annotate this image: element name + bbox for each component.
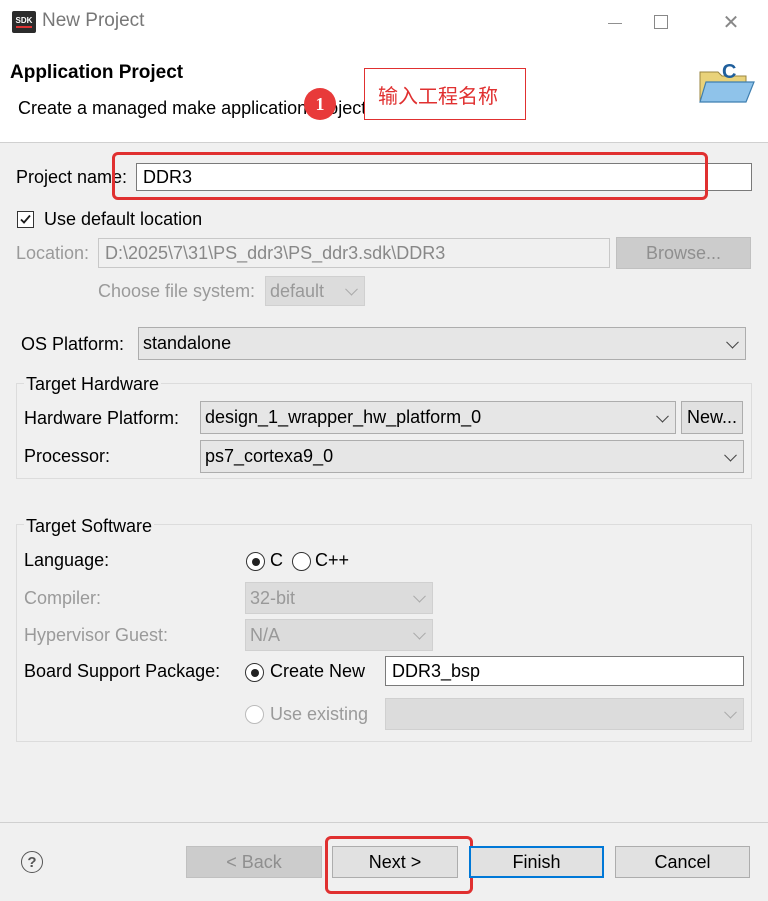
use-default-location-checkbox[interactable] — [17, 211, 34, 228]
bsp-use-existing-radio[interactable] — [245, 705, 264, 724]
minimize-button[interactable]: — — [592, 8, 638, 36]
hardware-platform-label: Hardware Platform: — [24, 408, 180, 428]
new-hardware-platform-button[interactable]: New... — [681, 401, 743, 434]
language-label: Language: — [24, 550, 110, 570]
compiler-value: 32-bit — [250, 587, 296, 608]
window-title: New Project — [42, 10, 145, 31]
os-platform-value: standalone — [143, 333, 232, 353]
close-button[interactable]: ✕ — [708, 8, 754, 36]
sdk-app-icon: SDK — [12, 11, 36, 33]
maximize-button[interactable] — [638, 8, 684, 36]
chevron-down-icon — [413, 626, 426, 640]
finish-button[interactable]: Finish — [469, 846, 604, 878]
new-project-folder-icon: C — [699, 61, 755, 103]
bsp-create-new-radio[interactable] — [245, 663, 264, 682]
location-input[interactable]: D:\2025\7\31\PS_ddr3\PS_ddr3.sdk\DDR3 — [98, 238, 610, 268]
checkmark-icon — [20, 214, 31, 224]
back-button[interactable]: < Back — [186, 846, 322, 878]
language-c-radio[interactable] — [246, 552, 265, 571]
bsp-create-new-label: Create New — [270, 661, 366, 681]
app-icon-text: SDK — [15, 16, 33, 28]
footer-separator — [0, 822, 768, 823]
processor-label: Processor: — [24, 446, 111, 466]
cancel-button[interactable]: Cancel — [615, 846, 750, 878]
chevron-down-icon — [724, 705, 737, 719]
project-name-highlight — [112, 152, 708, 200]
chevron-down-icon — [345, 282, 358, 296]
location-label: Location: — [16, 243, 90, 263]
language-cpp-label: C++ — [315, 550, 350, 570]
processor-select[interactable]: ps7_cortexa9_0 — [200, 440, 744, 473]
annotation-text: 输入工程名称 — [378, 84, 498, 108]
bsp-use-existing-label: Use existing — [270, 704, 369, 724]
compiler-label: Compiler: — [24, 588, 102, 608]
annotation-step-badge: 1 — [304, 88, 336, 120]
hypervisor-guest-label: Hypervisor Guest: — [24, 625, 169, 645]
minimize-icon: — — [608, 14, 622, 30]
os-platform-select[interactable]: standalone — [138, 327, 746, 360]
project-name-label: Project name: — [16, 167, 128, 187]
browse-button[interactable]: Browse... — [616, 237, 751, 269]
processor-value: ps7_cortexa9_0 — [205, 446, 334, 466]
bsp-existing-select[interactable] — [385, 698, 744, 730]
hypervisor-guest-value: N/A — [250, 624, 281, 645]
chevron-down-icon — [413, 589, 426, 603]
language-cpp-radio[interactable] — [292, 552, 311, 571]
os-platform-label: OS Platform: — [21, 334, 125, 354]
hypervisor-guest-select[interactable]: N/A — [245, 619, 433, 651]
next-button-highlight — [325, 836, 473, 894]
chevron-down-icon — [656, 409, 669, 423]
chevron-down-icon — [726, 335, 739, 349]
svg-text:C: C — [722, 61, 736, 83]
target-hardware-heading: Target Hardware — [24, 374, 162, 395]
compiler-select[interactable]: 32-bit — [245, 582, 433, 614]
maximize-icon — [654, 15, 668, 29]
chevron-down-icon — [724, 448, 737, 462]
file-system-select[interactable]: default — [265, 276, 365, 306]
file-system-label: Choose file system: — [98, 281, 256, 301]
help-icon[interactable]: ? — [21, 851, 43, 873]
target-software-heading: Target Software — [24, 516, 155, 537]
close-icon: ✕ — [722, 11, 740, 34]
use-default-location-label: Use default location — [44, 209, 203, 229]
bsp-name-input[interactable]: DDR3_bsp — [385, 656, 744, 686]
bsp-label: Board Support Package: — [24, 661, 221, 681]
file-system-value: default — [270, 280, 325, 301]
page-title: Application Project — [10, 62, 184, 83]
language-c-label: C — [270, 550, 283, 570]
hardware-platform-value: design_1_wrapper_hw_platform_0 — [205, 407, 482, 427]
hardware-platform-select[interactable]: design_1_wrapper_hw_platform_0 — [200, 401, 676, 434]
